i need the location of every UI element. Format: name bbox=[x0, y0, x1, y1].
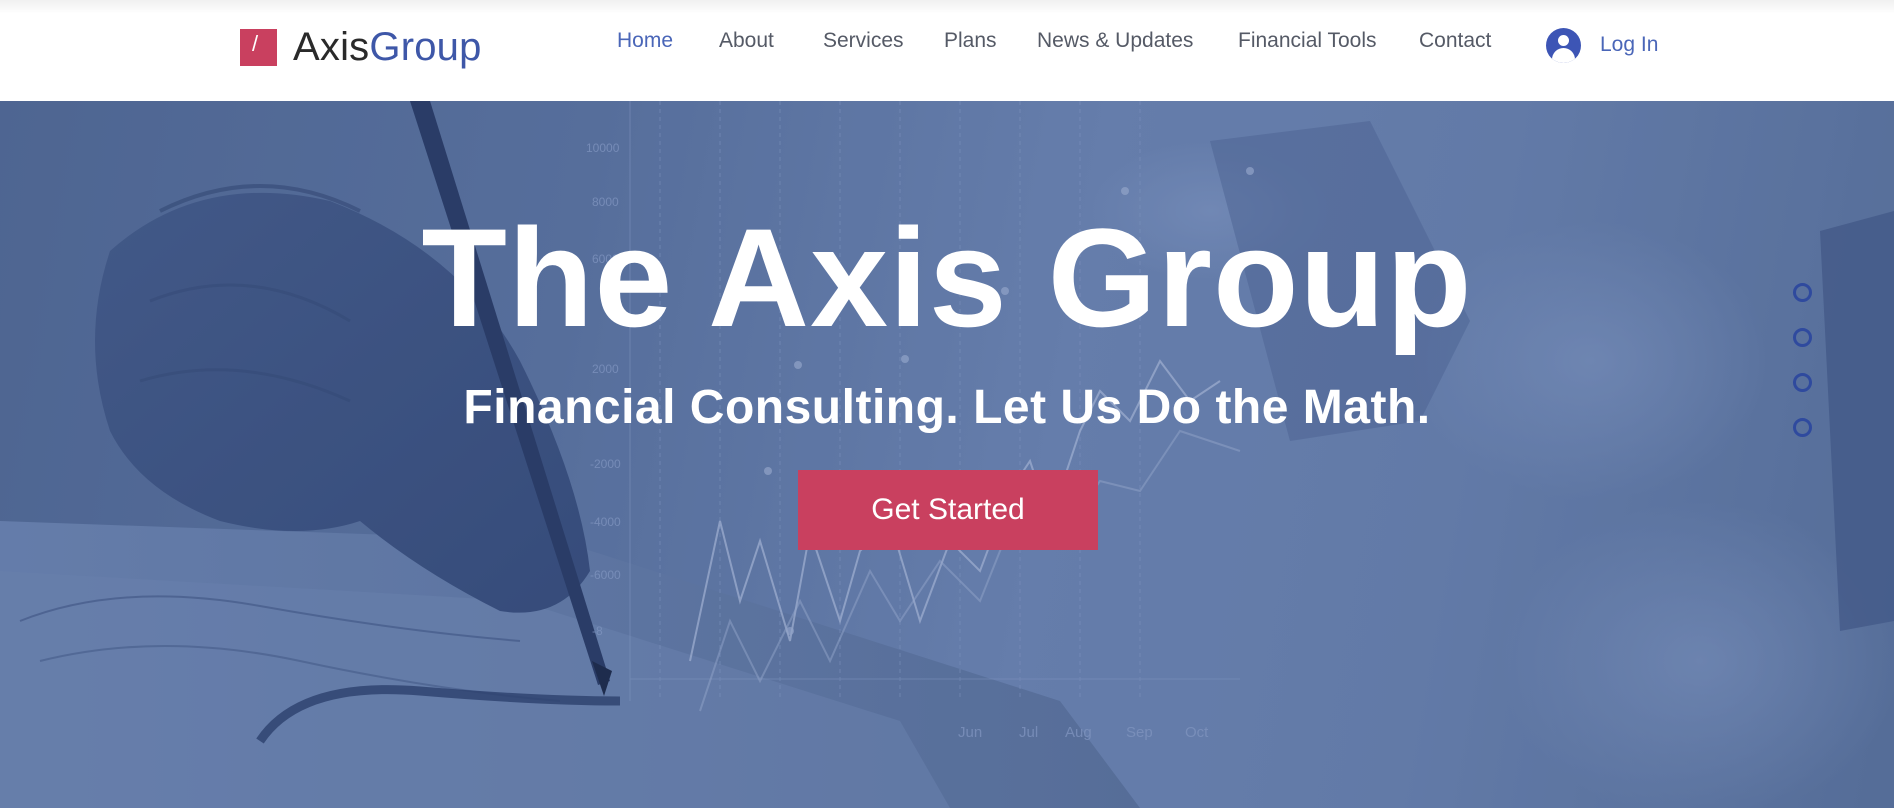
user-avatar-icon bbox=[1546, 27, 1581, 63]
hero-section: 10000 8000 6000 2000 -2000 -4000 -6000 -… bbox=[0, 101, 1894, 808]
nav-item-home[interactable]: Home bbox=[617, 29, 673, 53]
hero-subtitle: Financial Consulting. Let Us Do the Math… bbox=[463, 381, 1431, 434]
nav-item-plans[interactable]: Plans bbox=[944, 29, 997, 53]
slide-dot-3[interactable] bbox=[1793, 373, 1812, 392]
nav-item-financial-tools[interactable]: Financial Tools bbox=[1238, 29, 1377, 53]
nav-item-contact[interactable]: Contact bbox=[1419, 29, 1491, 53]
logo-wordmark: AxisGroup bbox=[293, 27, 482, 67]
logo-mark-icon: / bbox=[240, 28, 277, 66]
logo-mark-glyph: / bbox=[252, 30, 259, 56]
hero-title: The Axis Group bbox=[421, 199, 1473, 356]
logo-word-axis: Axis bbox=[293, 25, 370, 69]
site-header: / AxisGroup Home About Services Plans Ne… bbox=[0, 0, 1894, 101]
slide-dot-1[interactable] bbox=[1793, 283, 1812, 302]
login-label: Log In bbox=[1600, 33, 1659, 56]
logo-word-group: Group bbox=[369, 25, 482, 69]
slide-dot-2[interactable] bbox=[1793, 328, 1812, 347]
nav-item-news-updates[interactable]: News & Updates bbox=[1037, 29, 1193, 53]
slide-dot-4[interactable] bbox=[1793, 418, 1812, 437]
nav-item-services[interactable]: Services bbox=[823, 29, 904, 53]
nav-item-about[interactable]: About bbox=[719, 29, 774, 53]
login-button[interactable]: Log In bbox=[1546, 27, 1658, 63]
site-logo[interactable]: / AxisGroup bbox=[240, 22, 482, 72]
header-shadow bbox=[0, 0, 1894, 14]
get-started-button[interactable]: Get Started bbox=[798, 470, 1098, 550]
